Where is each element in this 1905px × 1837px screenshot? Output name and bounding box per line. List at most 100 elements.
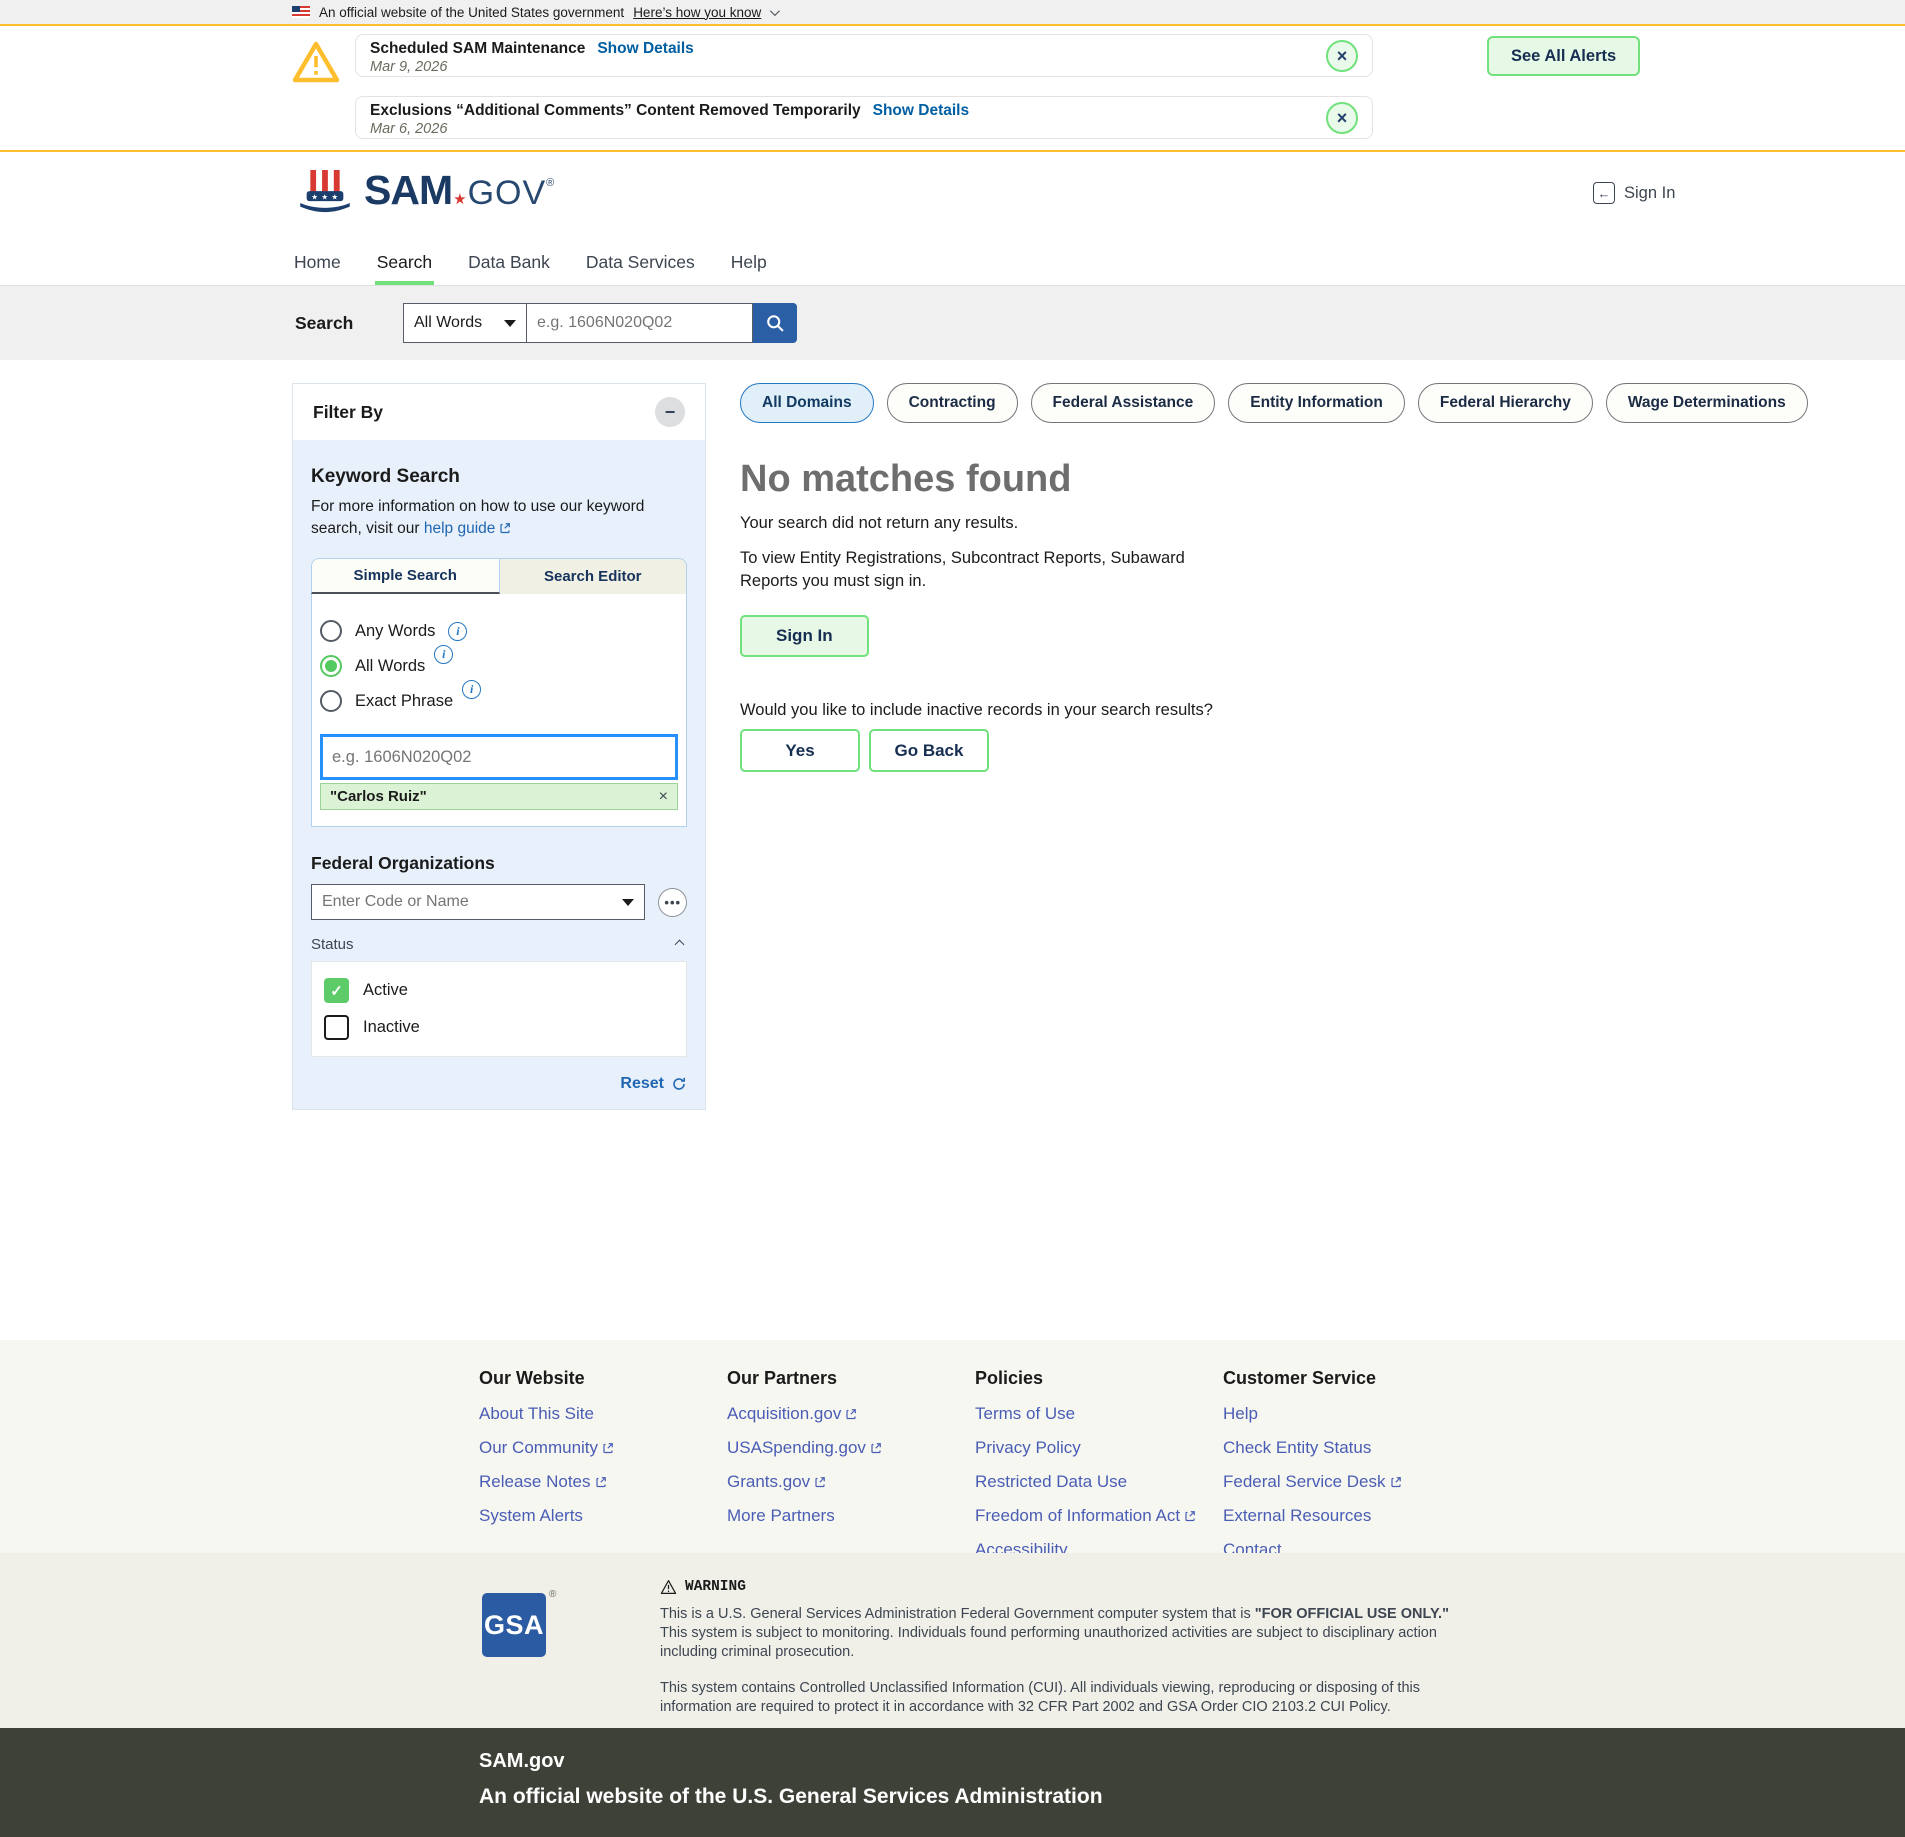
- footer-link[interactable]: Our Community: [479, 1431, 727, 1465]
- chevron-up-icon[interactable]: [674, 939, 685, 950]
- gov-banner-text: An official website of the United States…: [319, 4, 625, 20]
- footer-link[interactable]: USASpending.gov: [727, 1431, 975, 1465]
- keyword-input[interactable]: [320, 734, 678, 780]
- radio-exact-phrase[interactable]: [320, 690, 342, 712]
- footer-identifier: SAM.gov An official website of the U.S. …: [0, 1728, 1905, 1837]
- radio-any-words[interactable]: [320, 620, 342, 642]
- no-matches-title: No matches found: [740, 458, 1072, 500]
- warning-small-icon: [660, 1579, 677, 1595]
- svg-text:★: ★: [311, 192, 318, 201]
- tab-search-editor[interactable]: Search Editor: [499, 558, 687, 594]
- footer-link[interactable]: Acquisition.gov: [727, 1397, 975, 1431]
- footer-link[interactable]: System Alerts: [479, 1499, 727, 1533]
- results-area: All Domains Contracting Federal Assistan…: [740, 383, 1808, 772]
- checkbox-inactive[interactable]: [324, 1015, 349, 1040]
- footer-link[interactable]: More Partners: [727, 1499, 975, 1533]
- info-icon[interactable]: i: [462, 679, 482, 699]
- footer-link[interactable]: Grants.gov: [727, 1465, 975, 1499]
- filter-by-title: Filter By: [313, 401, 384, 422]
- info-icon[interactable]: i: [434, 644, 454, 664]
- status-box: ✓ Active Inactive: [311, 961, 687, 1057]
- footer-link[interactable]: Privacy Policy: [975, 1431, 1223, 1465]
- footer-link[interactable]: Help: [1223, 1397, 1471, 1431]
- alert-date: Mar 6, 2026: [370, 121, 448, 137]
- warning-title: WARNING: [685, 1579, 746, 1595]
- warning-paragraph-1: This is a U.S. General Services Administ…: [660, 1606, 1449, 1660]
- us-flag-icon: [292, 6, 310, 18]
- go-back-button[interactable]: Go Back: [869, 729, 989, 772]
- gsa-registered-mark: ®: [549, 1589, 557, 1600]
- check-icon: ✓: [330, 982, 343, 1000]
- close-icon: ×: [1336, 107, 1348, 128]
- footer-link[interactable]: About This Site: [479, 1397, 727, 1431]
- nav-item-data-bank[interactable]: Data Bank: [466, 240, 552, 285]
- system-warning: WARNING This is a U.S. General Services …: [660, 1579, 1450, 1717]
- domain-pill-federal-hierarchy[interactable]: Federal Hierarchy: [1417, 383, 1593, 423]
- domain-pill-wage-determinations[interactable]: Wage Determinations: [1605, 383, 1808, 423]
- show-details-link[interactable]: Show Details: [597, 40, 693, 58]
- federal-orgs-heading: Federal Organizations: [311, 853, 495, 873]
- tab-simple-search[interactable]: Simple Search: [311, 558, 500, 594]
- alert-list: Scheduled SAM Maintenance Show Details M…: [355, 34, 1373, 158]
- status-label: Status: [311, 936, 354, 953]
- yes-button[interactable]: Yes: [740, 729, 860, 772]
- footer-heading: Our Partners: [727, 1368, 838, 1388]
- sign-in-label: Sign In: [1624, 183, 1676, 202]
- show-details-link[interactable]: Show Details: [873, 102, 969, 120]
- results-sign-in-button[interactable]: Sign In: [740, 615, 869, 657]
- footer-link[interactable]: External Resources: [1223, 1499, 1471, 1533]
- footer-gsa-section: GSA ® WARNING This is a U.S. General Ser…: [0, 1553, 1905, 1728]
- footer-link[interactable]: Release Notes: [479, 1465, 727, 1499]
- chip-remove-icon[interactable]: ×: [659, 788, 668, 806]
- footer-link[interactable]: Federal Service Desk: [1223, 1465, 1471, 1499]
- domain-pill-all-domains[interactable]: All Domains: [740, 383, 874, 423]
- footer-column-our-website: Our Website About This Site Our Communit…: [479, 1368, 727, 1553]
- help-guide-link[interactable]: help guide: [424, 520, 512, 537]
- footer-heading: Our Website: [479, 1368, 585, 1388]
- top-search-input[interactable]: [527, 303, 753, 343]
- radio-all-words[interactable]: [320, 655, 342, 677]
- collapse-filters-button[interactable]: −: [655, 397, 685, 427]
- domain-pill-contracting[interactable]: Contracting: [886, 383, 1018, 423]
- external-link-icon: [815, 1477, 826, 1488]
- checkbox-active-label: Active: [363, 981, 408, 999]
- warning-triangle-icon: [292, 41, 340, 83]
- footer-column-customer-service: Customer Service Help Check Entity Statu…: [1223, 1368, 1471, 1559]
- info-icon[interactable]: i: [448, 621, 468, 641]
- sign-in-link[interactable]: ← Sign In: [1593, 182, 1675, 204]
- alert-close-button[interactable]: ×: [1326, 102, 1358, 134]
- keyword-box: Any Words i All Words i Exact Phrase i "…: [311, 594, 687, 827]
- search-submit-button[interactable]: [753, 303, 797, 343]
- sam-gov-logo[interactable]: ★ ★ ★ SAM ★ GOV ®: [292, 167, 554, 217]
- footer-link[interactable]: Restricted Data Use: [975, 1465, 1223, 1499]
- nav-item-search[interactable]: Search: [374, 240, 435, 285]
- reset-icon: [673, 1077, 685, 1090]
- radio-exact-phrase-label: Exact Phrase: [355, 691, 454, 710]
- footer-link[interactable]: Terms of Use: [975, 1397, 1223, 1431]
- domain-filter-pills: All Domains Contracting Federal Assistan…: [740, 383, 1808, 423]
- nav-item-data-services[interactable]: Data Services: [584, 240, 697, 285]
- footer-column-our-partners: Our Partners Acquisition.gov USASpending…: [727, 1368, 975, 1553]
- nav-item-help[interactable]: Help: [729, 240, 769, 285]
- primary-nav: Home Search Data Bank Data Services Help: [0, 240, 1905, 286]
- domain-pill-entity-information[interactable]: Entity Information: [1228, 383, 1405, 423]
- alert-close-button[interactable]: ×: [1326, 40, 1358, 72]
- caret-down-icon: [504, 319, 516, 327]
- checkbox-active[interactable]: ✓: [324, 978, 349, 1003]
- how-you-know-link[interactable]: Here’s how you know: [633, 5, 761, 20]
- warning-paragraph-2: This system contains Controlled Unclassi…: [660, 1680, 1420, 1715]
- sign-in-note: To view Entity Registrations, Subcontrac…: [740, 549, 1185, 590]
- footer-site-name: SAM.gov: [479, 1750, 565, 1772]
- more-options-button[interactable]: •••: [658, 887, 687, 917]
- domain-pill-federal-assistance[interactable]: Federal Assistance: [1030, 383, 1216, 423]
- see-all-alerts-button[interactable]: See All Alerts: [1487, 36, 1641, 76]
- nav-item-home[interactable]: Home: [292, 240, 343, 285]
- search-mode-select[interactable]: All Words: [403, 303, 527, 343]
- footer-link[interactable]: Check Entity Status: [1223, 1431, 1471, 1465]
- reset-filters-link[interactable]: Reset: [311, 1075, 687, 1093]
- federal-orgs-select[interactable]: Enter Code or Name: [311, 884, 646, 920]
- alert-title: Scheduled SAM Maintenance: [370, 40, 586, 57]
- footer-link[interactable]: Freedom of Information Act: [975, 1499, 1223, 1533]
- keyword-search-heading: Keyword Search: [311, 466, 460, 487]
- gov-banner: An official website of the United States…: [0, 0, 1905, 24]
